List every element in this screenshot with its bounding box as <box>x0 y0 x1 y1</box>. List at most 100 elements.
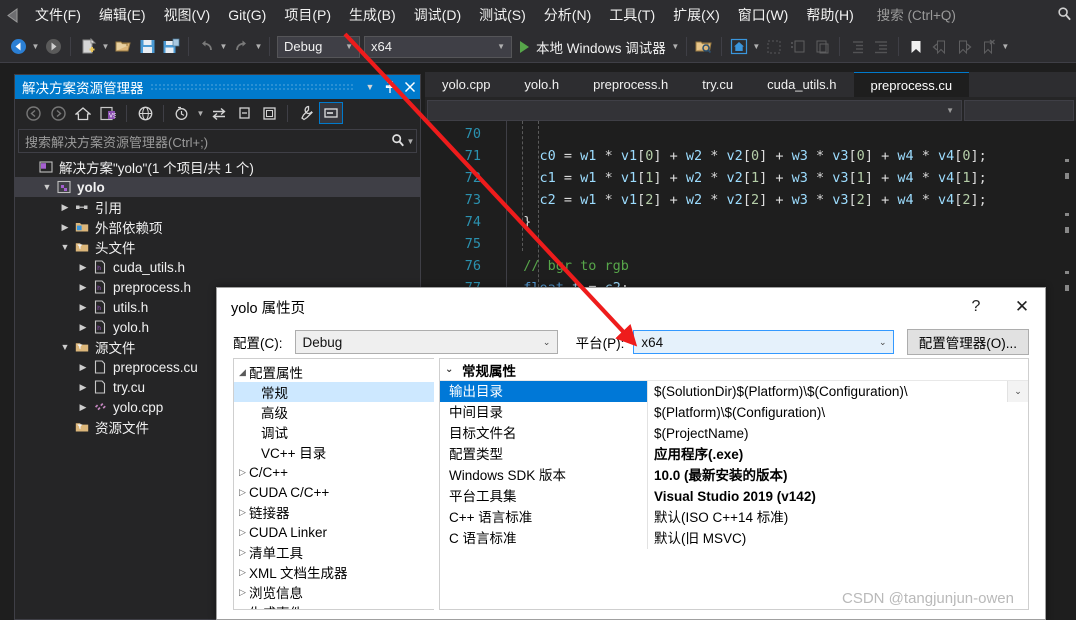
chevron-right-icon[interactable]: ▷ <box>236 607 249 610</box>
chevron-right-icon[interactable]: ▷ <box>236 487 249 498</box>
se-pending-changes-icon[interactable] <box>170 102 194 124</box>
chevron-right-icon[interactable]: ▶ <box>75 322 91 333</box>
menu-item-3[interactable]: Git(G) <box>219 0 275 31</box>
clear-bookmarks-icon[interactable] <box>977 36 999 58</box>
pin-icon[interactable] <box>380 77 400 97</box>
chevron-right-icon[interactable]: ▷ <box>236 527 249 538</box>
property-category-node[interactable]: ▷ XML 文档生成器 <box>234 562 434 582</box>
property-category-node[interactable]: ▷ 浏览信息 <box>234 582 434 602</box>
property-row[interactable]: 目标文件名 $(ProjectName) <box>440 423 1028 444</box>
solution-configuration-combo[interactable]: Debug ▼ <box>277 35 360 58</box>
property-value[interactable]: $(ProjectName) <box>648 423 1028 444</box>
property-value[interactable]: $(SolutionDir)$(Platform)\$(Configuratio… <box>648 381 1007 402</box>
back-chevron-icon[interactable] <box>0 0 26 31</box>
menu-item-0[interactable]: 文件(F) <box>26 0 90 31</box>
property-category-node[interactable]: 常规 <box>234 382 434 402</box>
save-all-icon[interactable] <box>160 36 182 58</box>
chevron-down-icon[interactable]: ◢ <box>236 367 249 378</box>
previous-bookmark-icon[interactable] <box>929 36 951 58</box>
search-input[interactable]: 搜索 (Ctrl+Q) <box>874 4 1076 27</box>
property-value[interactable]: Visual Studio 2019 (v142) <box>648 486 1028 507</box>
editor-tab-3[interactable]: try.cu <box>685 72 750 97</box>
property-category-node[interactable]: ▷ CUDA C/C++ <box>234 482 434 502</box>
chevron-right-icon[interactable]: ▶ <box>57 222 73 233</box>
solution-tree-node[interactable]: 解决方案"yolo"(1 个项目/共 1 个) <box>15 157 420 177</box>
menu-item-2[interactable]: 视图(V) <box>155 0 220 31</box>
property-value[interactable]: 应用程序(.exe) <box>648 444 1028 465</box>
property-category-node[interactable]: ▷生成事件 <box>234 602 434 610</box>
help-icon[interactable]: ? <box>953 292 999 322</box>
property-value[interactable]: 10.0 (最新安装的版本) <box>648 465 1028 486</box>
close-icon[interactable]: ✕ <box>999 292 1045 322</box>
se-back-icon[interactable] <box>21 102 45 124</box>
chevron-down-icon[interactable]: ▼ <box>39 182 55 192</box>
search-options-dropdown-icon[interactable]: ▼ <box>405 133 416 149</box>
menu-item-10[interactable]: 扩展(X) <box>664 0 729 31</box>
close-icon[interactable] <box>400 77 420 97</box>
solution-tree-node[interactable]: ▶ 引用 <box>15 197 420 217</box>
property-category-node[interactable]: ◢ 配置属性 <box>234 362 434 382</box>
property-row[interactable]: 配置类型 应用程序(.exe) <box>440 444 1028 465</box>
home-dropdown-icon[interactable]: ▼ <box>751 36 762 58</box>
chevron-right-icon[interactable]: ▶ <box>75 362 91 373</box>
chevron-right-icon[interactable]: ▶ <box>75 382 91 393</box>
undo-icon[interactable] <box>195 36 217 58</box>
menu-item-9[interactable]: 工具(T) <box>600 0 664 31</box>
solution-explorer-search[interactable]: 搜索解决方案资源管理器(Ctrl+;) ▼ <box>18 129 417 153</box>
property-row[interactable]: 平台工具集 Visual Studio 2019 (v142) <box>440 486 1028 507</box>
se-home-icon[interactable] <box>71 102 95 124</box>
toggle-bookmark-icon[interactable] <box>905 36 927 58</box>
navbar-member-combo[interactable] <box>964 99 1074 121</box>
property-category-node[interactable]: ▷ 链接器 <box>234 502 434 522</box>
configuration-dropdown[interactable]: Debug ⌄ <box>294 330 558 354</box>
toolbar-overflow-icon[interactable]: ▼ <box>1000 36 1011 58</box>
property-category-node[interactable]: 调试 <box>234 422 434 442</box>
property-value[interactable]: 默认(ISO C++14 标准) <box>648 507 1028 528</box>
menu-item-12[interactable]: 帮助(H) <box>797 0 862 31</box>
open-file-icon[interactable] <box>112 36 134 58</box>
navigate-backward-icon[interactable] <box>7 36 29 58</box>
navbar-type-combo[interactable]: ▼ <box>427 99 962 121</box>
chevron-right-icon[interactable]: ▶ <box>75 302 91 313</box>
se-preview-selected-items-icon[interactable] <box>319 102 343 124</box>
menu-item-6[interactable]: 调试(D) <box>405 0 470 31</box>
property-value[interactable]: 默认(旧 MSVC) <box>648 528 1028 549</box>
menu-item-8[interactable]: 分析(N) <box>535 0 600 31</box>
chevron-right-icon[interactable]: ▷ <box>236 547 249 558</box>
solution-tree-node[interactable]: ▼ yolo <box>15 177 420 197</box>
new-project-icon[interactable] <box>77 36 99 58</box>
redo-icon[interactable] <box>230 36 252 58</box>
editor-tab-5[interactable]: preprocess.cu <box>853 72 970 97</box>
chevron-right-icon[interactable]: ▷ <box>236 567 249 578</box>
editor-tab-0[interactable]: yolo.cpp <box>425 72 507 97</box>
solution-tree-node[interactable]: ▶ h cuda_utils.h <box>15 257 420 277</box>
se-properties-window-icon[interactable] <box>257 102 281 124</box>
platform-dropdown[interactable]: x64 ⌄ <box>633 330 894 354</box>
menu-item-7[interactable]: 测试(S) <box>470 0 535 31</box>
chevron-right-icon[interactable]: ▶ <box>75 282 91 293</box>
start-debugging-button[interactable]: 本地 Windows 调试器 <box>514 35 670 59</box>
chevron-right-icon[interactable]: ▷ <box>236 507 249 518</box>
chevron-right-icon[interactable]: ▶ <box>75 402 91 413</box>
global-search[interactable]: 搜索 (Ctrl+Q) <box>874 0 1076 31</box>
increase-indent-icon[interactable] <box>870 36 892 58</box>
undo-dropdown-icon[interactable]: ▼ <box>218 36 229 58</box>
property-category-node[interactable]: ▷ 清单工具 <box>234 542 434 562</box>
se-forward-icon[interactable] <box>46 102 70 124</box>
next-bookmark-icon[interactable] <box>953 36 975 58</box>
chevron-right-icon[interactable]: ▶ <box>57 202 73 213</box>
property-row[interactable]: C++ 语言标准 默认(ISO C++14 标准) <box>440 507 1028 528</box>
chevron-down-icon[interactable]: ▼ <box>57 342 73 352</box>
navigate-backward-dropdown-icon[interactable]: ▼ <box>30 36 41 58</box>
property-category-node[interactable]: VC++ 目录 <box>234 442 434 462</box>
start-debugging-dropdown-icon[interactable]: ▼ <box>670 36 681 58</box>
se-sync-icon[interactable] <box>207 102 231 124</box>
menu-item-5[interactable]: 生成(B) <box>340 0 405 31</box>
chevron-right-icon[interactable]: ▷ <box>236 587 249 598</box>
editor-tab-4[interactable]: cuda_utils.h <box>750 72 853 97</box>
property-row[interactable]: Windows SDK 版本 10.0 (最新安装的版本) <box>440 465 1028 486</box>
chevron-right-icon[interactable]: ▶ <box>75 262 91 273</box>
editor-scrollbar[interactable] <box>1062 121 1076 620</box>
solution-explorer-search-input[interactable]: 搜索解决方案资源管理器(Ctrl+;) <box>25 132 391 151</box>
navigate-forward-icon[interactable] <box>42 36 64 58</box>
